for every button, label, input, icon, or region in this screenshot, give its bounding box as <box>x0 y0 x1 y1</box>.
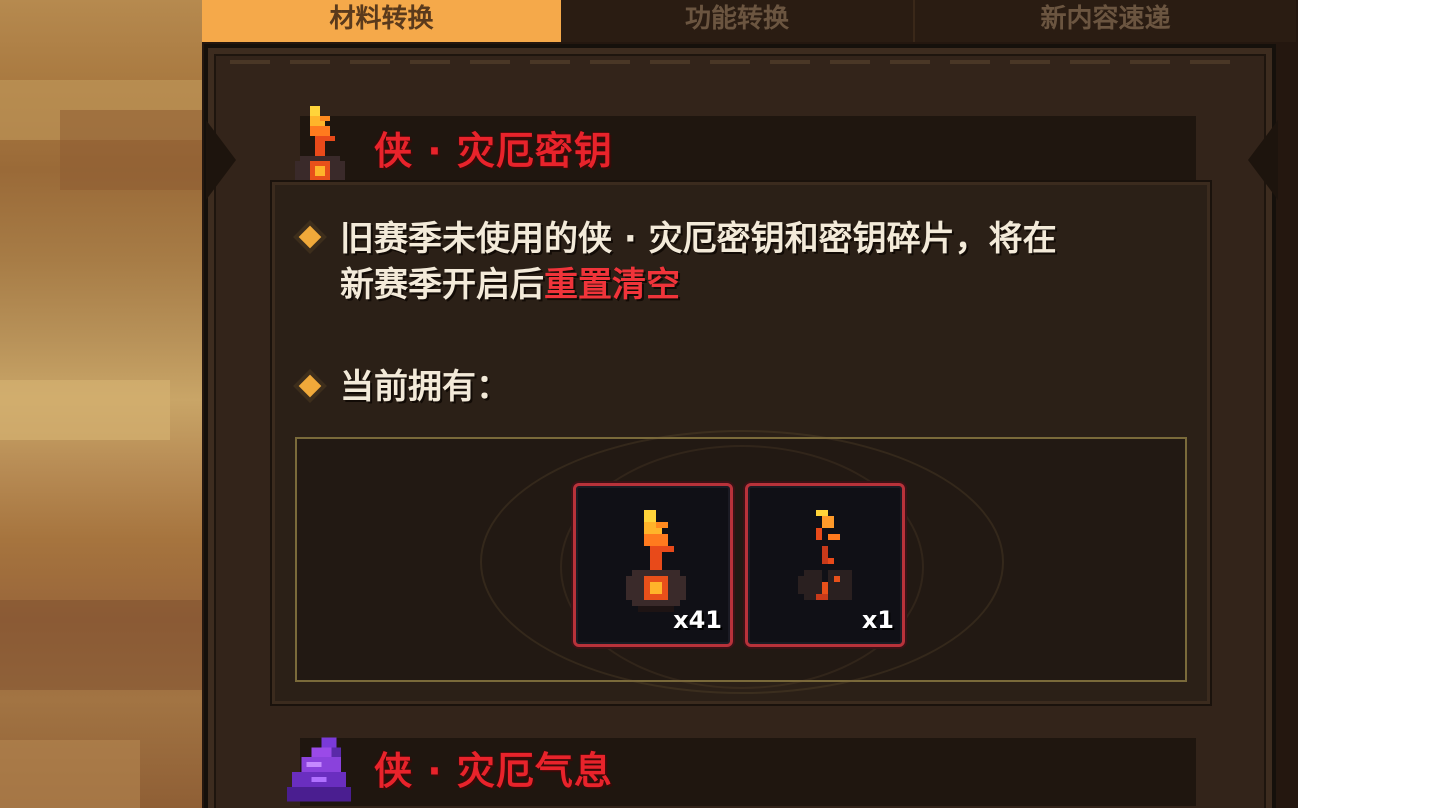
tab-label: 材料转换 <box>329 4 434 34</box>
tab-material-conversion[interactable]: 材料转换 <box>202 0 561 42</box>
section-title: 侠 · 灾厄密钥 <box>374 129 613 173</box>
tab-label: 功能转换 <box>684 4 789 34</box>
item-count: x1 <box>861 606 894 634</box>
purple-aura-icon <box>286 737 352 802</box>
tab-function-conversion[interactable]: 功能转换 <box>561 0 915 42</box>
section-title: 侠 · 灾厄气息 <box>374 749 613 793</box>
owned-label: 当前拥有： <box>340 367 510 407</box>
fire-key-icon <box>626 510 686 612</box>
tab-bar: 材料转换 功能转换 新内容速递 <box>202 0 1298 42</box>
reset-highlight: 重置清空 <box>544 265 680 305</box>
description-line-1: 旧赛季未使用的侠 · 灾厄密钥和密钥碎片，将在 <box>340 219 1057 259</box>
item-slot-fragment[interactable]: x1 <box>745 483 905 647</box>
description-line-2: 新赛季开启后重置清空 <box>340 262 680 308</box>
frame-decoration <box>230 60 1250 64</box>
key-fragment-icon <box>798 510 852 600</box>
item-slot-key[interactable]: x41 <box>573 483 733 647</box>
game-screen: 材料转换 功能转换 新内容速递 侠 · 灾厄密钥 旧赛季未使用的侠 · 灾厄密钥… <box>0 0 1298 808</box>
item-count: x41 <box>673 606 722 634</box>
tab-new-content[interactable]: 新内容速递 <box>915 0 1296 42</box>
tab-label: 新内容速递 <box>1040 4 1171 34</box>
description-prefix: 新赛季开启后 <box>340 265 544 305</box>
